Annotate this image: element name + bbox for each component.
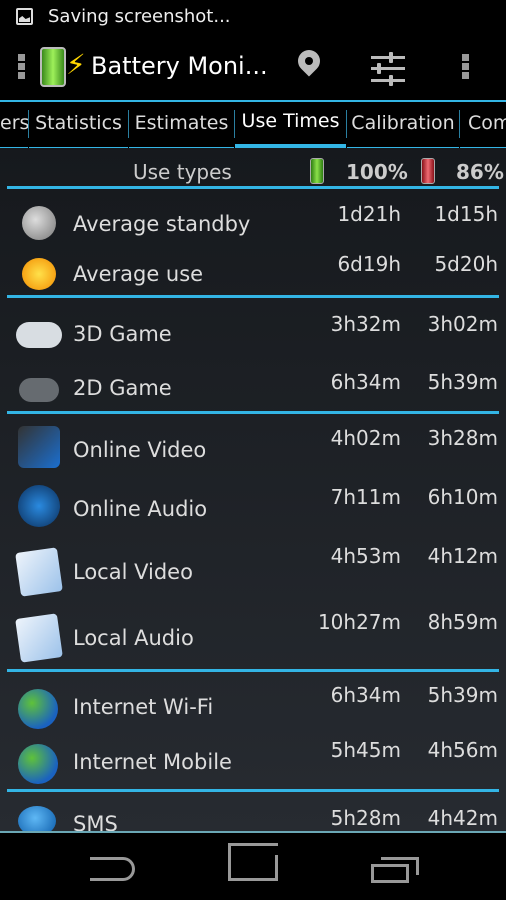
item-value-current: 4h42m — [427, 806, 498, 830]
home-button[interactable] — [228, 855, 278, 881]
list-item[interactable]: Local Audio 10h27m 8h59m — [0, 610, 506, 663]
app-title[interactable]: Battery Moni... — [91, 52, 268, 80]
recent-apps-icon[interactable] — [371, 864, 409, 883]
divider — [7, 669, 499, 672]
globe-icon — [18, 744, 58, 784]
tab-calibration[interactable]: Calibration — [347, 102, 459, 148]
local-video-camera-icon — [15, 547, 63, 597]
back-icon[interactable] — [90, 857, 135, 881]
list-item[interactable]: Internet Wi-Fi 6h34m 5h39m — [0, 683, 506, 733]
item-value-current: 4h56m — [427, 738, 498, 762]
tab-estimates[interactable]: Estimates — [129, 102, 234, 148]
item-value-current: 3h02m — [427, 312, 498, 336]
item-value-current: 3h28m — [427, 426, 498, 450]
item-value-full: 4h02m — [330, 426, 401, 450]
notification-text: Saving screenshot... — [48, 6, 231, 27]
item-value-full: 4h53m — [330, 544, 401, 568]
overflow-menu-icon[interactable] — [462, 54, 470, 81]
item-label: Average standby — [73, 212, 251, 236]
item-label: 2D Game — [73, 376, 172, 400]
divider — [7, 789, 499, 792]
item-value-full: 5h45m — [330, 738, 401, 762]
item-value-full: 7h11m — [330, 485, 401, 509]
online-video-camera-icon — [18, 426, 60, 468]
tab-partial-left[interactable]: ers — [0, 102, 29, 148]
item-label: Online Video — [73, 438, 207, 462]
list-item[interactable]: Average standby 1d21h 1d15h — [0, 202, 506, 252]
tab-statistics[interactable]: Statistics — [29, 102, 128, 148]
lightning-icon: ⚡ — [66, 48, 86, 81]
col2-percent: 86% — [456, 160, 504, 184]
list-item[interactable]: SMS 5h28m 4h42m — [0, 806, 506, 831]
item-value-current: 4h12m — [427, 544, 498, 568]
item-value-current: 5h39m — [427, 370, 498, 394]
item-value-full: 6h34m — [330, 370, 401, 394]
item-value-full: 10h27m — [317, 610, 401, 634]
action-bar: ⚡ Battery Moni... — [0, 34, 506, 100]
image-icon — [16, 8, 33, 25]
overflow-left-icon[interactable] — [18, 54, 26, 81]
item-label: Local Audio — [73, 626, 194, 650]
item-label: 3D Game — [73, 322, 172, 346]
item-value-current: 5h39m — [427, 683, 498, 707]
gamepad-grey-icon — [19, 378, 59, 402]
status-bar: Saving screenshot... — [0, 0, 506, 34]
use-types-heading: Use types — [133, 160, 232, 184]
item-value-full: 1d21h — [337, 202, 401, 226]
tab-partial-right[interactable]: Com — [460, 102, 506, 148]
list-item[interactable]: Online Audio 7h11m 6h10m — [0, 485, 506, 535]
tab-use-times[interactable]: Use Times — [235, 102, 346, 148]
item-label: Local Video — [73, 560, 193, 584]
gamepad-white-icon — [16, 322, 62, 348]
item-label: Internet Mobile — [73, 750, 232, 774]
location-pin-icon[interactable] — [293, 45, 325, 77]
divider — [7, 411, 499, 414]
item-label: Average use — [73, 262, 204, 286]
use-times-list[interactable]: Use types 100% 86% Average standby 1d21h… — [0, 148, 506, 831]
list-item[interactable]: 3D Game 3h32m 3h02m — [0, 312, 506, 362]
col1-percent: 100% — [346, 160, 408, 184]
battery-full-icon — [310, 158, 324, 184]
item-label: Internet Wi-Fi — [73, 695, 214, 719]
item-value-current: 1d15h — [434, 202, 498, 226]
divider — [7, 295, 499, 298]
item-value-current: 6h10m — [427, 485, 498, 509]
item-value-full: 5h28m — [330, 806, 401, 830]
item-label: Online Audio — [73, 497, 208, 521]
sms-icon — [18, 806, 56, 831]
divider — [7, 186, 499, 189]
tab-bar: ers Statistics Estimates Use Times Calib… — [0, 100, 506, 148]
item-value-current: 8h59m — [427, 610, 498, 634]
item-value-full: 6h34m — [330, 683, 401, 707]
item-label: SMS — [73, 812, 118, 831]
item-value-full: 3h32m — [330, 312, 401, 336]
item-value-current: 5d20h — [434, 252, 498, 276]
list-item[interactable]: Internet Mobile 5h45m 4h56m — [0, 738, 506, 788]
local-headphones-icon — [15, 613, 63, 663]
sun-icon — [22, 258, 56, 290]
item-value-full: 6d19h — [337, 252, 401, 276]
sliders-icon[interactable] — [371, 52, 405, 86]
navigation-bar — [0, 831, 506, 900]
globe-icon — [18, 689, 58, 729]
moon-icon — [22, 206, 56, 240]
list-item[interactable]: Online Video 4h02m 3h28m — [0, 426, 506, 476]
battery-logo-icon[interactable] — [40, 47, 66, 87]
list-item[interactable]: Local Video 4h53m 4h12m — [0, 544, 506, 597]
table-header: Use types 100% 86% — [0, 148, 506, 188]
online-headphones-icon — [18, 485, 60, 527]
battery-low-icon — [421, 158, 435, 184]
